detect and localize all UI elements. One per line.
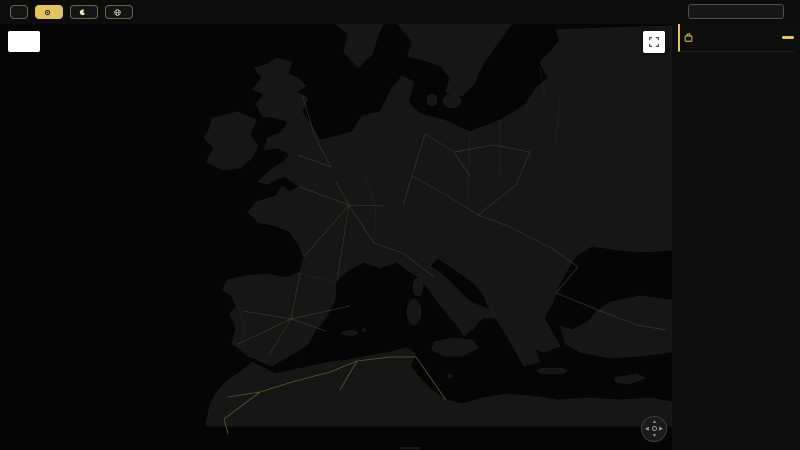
near-me-button[interactable] (35, 5, 63, 19)
map-type-control (8, 31, 40, 52)
online-stores-sidebar (672, 24, 800, 450)
globe-icon (114, 9, 121, 16)
shopping-bag-icon (684, 33, 693, 42)
map-data-text (407, 447, 413, 449)
keyboard-shortcuts-link[interactable] (400, 447, 406, 449)
stores-count-badge (782, 36, 794, 39)
locate-icon (44, 9, 51, 16)
map-attribution (400, 447, 420, 449)
search-input[interactable] (688, 4, 784, 19)
fullscreen-icon (649, 36, 659, 48)
sidebar-header[interactable] (678, 24, 794, 52)
store-locator-app: ▲ ▼ ◀ ▶ (0, 0, 800, 450)
pan-down-icon: ▼ (652, 433, 657, 439)
pan-left-icon: ◀ (645, 426, 649, 432)
fullscreen-button[interactable] (643, 31, 665, 53)
view-list-button[interactable] (10, 5, 28, 19)
terms-link[interactable] (414, 447, 420, 449)
moon-icon (79, 9, 86, 16)
toolbar (0, 0, 800, 24)
globe-3d-button[interactable] (105, 5, 133, 19)
map-canvas[interactable]: ▲ ▼ ◀ ▶ (0, 24, 672, 450)
pan-up-icon: ▲ (652, 419, 657, 425)
map-base-art (0, 24, 672, 450)
pan-control[interactable]: ▲ ▼ ◀ ▶ (641, 416, 667, 442)
pan-right-icon: ▶ (659, 426, 663, 432)
dark-mode-button[interactable] (70, 5, 98, 19)
pan-center-dot (652, 426, 657, 431)
